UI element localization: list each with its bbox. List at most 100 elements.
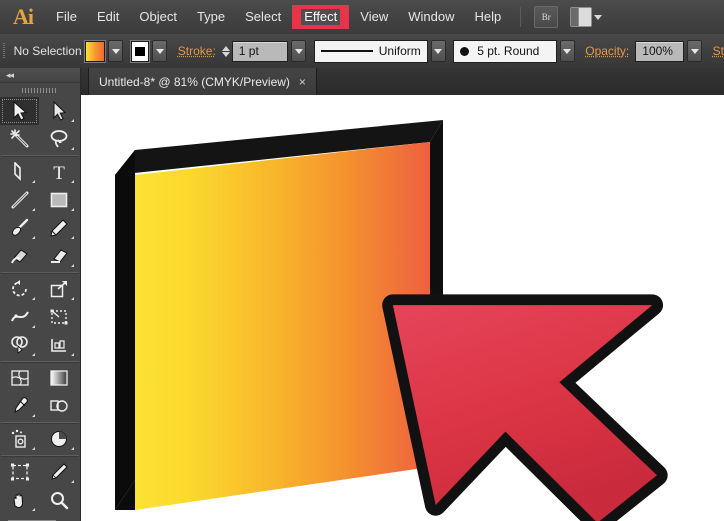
pencil-tool[interactable] — [39, 214, 78, 242]
shape-builder-tool[interactable] — [0, 331, 39, 359]
gradient-tool[interactable] — [39, 364, 78, 392]
zoom-tool[interactable] — [39, 486, 78, 514]
tools-panel: ◂◂ T — [0, 68, 81, 521]
tool-group-drawing: T — [0, 158, 80, 270]
stroke-profile-label: Uniform — [378, 44, 421, 58]
uniform-profile-icon — [320, 50, 373, 52]
menu-select-label: Select — [245, 9, 282, 24]
arrange-documents-button[interactable] — [570, 7, 603, 27]
flyout-indicator-icon — [71, 480, 74, 483]
width-tool[interactable] — [0, 303, 39, 331]
free-transform-tool[interactable] — [39, 303, 78, 331]
chevron-down-icon — [434, 48, 443, 54]
document-tab[interactable]: Untitled-8* @ 81% (CMYK/Preview) × — [88, 68, 317, 95]
scale-tool[interactable] — [39, 275, 78, 303]
tool-group-selection — [0, 97, 80, 153]
close-icon[interactable]: × — [299, 76, 306, 88]
menu-type-label: Type — [196, 9, 226, 24]
menu-effect-label: Effect — [301, 9, 341, 25]
lasso-tool[interactable] — [39, 125, 78, 153]
hand-tool[interactable] — [0, 486, 39, 514]
menu-window[interactable]: Window — [399, 6, 463, 28]
opacity-dropdown-button[interactable] — [687, 40, 703, 62]
menu-divider — [520, 7, 522, 27]
menu-view-label: View — [360, 9, 389, 24]
selection-tool[interactable] — [0, 97, 39, 125]
brush-definition-dropdown-button[interactable] — [559, 40, 575, 62]
stroke-weight-input[interactable]: 1 pt — [231, 40, 289, 62]
stroke-weight-dropdown-button[interactable] — [291, 40, 307, 62]
perspective-grid-tool[interactable] — [39, 331, 78, 359]
tools-panel-grip[interactable] — [0, 83, 80, 97]
flyout-indicator-icon — [71, 208, 74, 211]
round-brush-icon — [460, 46, 470, 56]
flyout-indicator-icon — [71, 297, 74, 300]
artwork-3d-square-with-cursor — [115, 120, 668, 521]
bridge-icon[interactable]: Br — [534, 6, 559, 28]
style-label: St — [712, 44, 724, 58]
stroke-dropdown-button[interactable] — [152, 40, 168, 62]
tool-group-navigation — [0, 458, 80, 514]
eyedropper-tool[interactable] — [0, 392, 39, 420]
tool-divider — [1, 422, 79, 423]
flyout-indicator-icon — [71, 447, 74, 450]
menu-help[interactable]: Help — [465, 6, 510, 28]
stroke-weight-label: Stroke: — [177, 44, 216, 58]
menu-file-label: File — [56, 9, 77, 24]
flyout-indicator-icon — [32, 508, 35, 511]
paintbrush-tool[interactable] — [0, 214, 39, 242]
slice-tool[interactable] — [39, 458, 78, 486]
menu-view[interactable]: View — [351, 6, 397, 28]
rotate-tool[interactable] — [0, 275, 39, 303]
flyout-indicator-icon — [32, 325, 35, 328]
line-segment-tool[interactable] — [0, 186, 39, 214]
chevron-down-icon — [594, 14, 603, 20]
opacity-input[interactable]: 100% — [635, 40, 685, 62]
fill-dropdown-button[interactable] — [108, 40, 123, 62]
flyout-indicator-icon — [71, 119, 74, 122]
tools-panel-collapse-button[interactable]: ◂◂ — [0, 68, 80, 83]
fill-color-swatch[interactable] — [84, 40, 106, 62]
chevron-down-icon — [294, 48, 303, 54]
artboard-tool[interactable] — [0, 458, 39, 486]
stroke-color-swatch[interactable] — [130, 40, 150, 62]
stroke-profile-select[interactable]: Uniform — [313, 39, 428, 63]
flyout-indicator-icon — [32, 297, 35, 300]
direct-selection-tool[interactable] — [39, 97, 78, 125]
menu-select[interactable]: Select — [236, 6, 290, 28]
menu-type[interactable]: Type — [188, 6, 234, 28]
menu-help-label: Help — [474, 9, 502, 24]
stroke-profile-dropdown-button[interactable] — [430, 40, 446, 62]
stroke-weight-stepper[interactable] — [221, 45, 230, 57]
mesh-tool[interactable] — [0, 364, 39, 392]
flyout-indicator-icon — [71, 353, 74, 356]
fill-stroke-swatches: ⇄ — [0, 517, 80, 521]
blend-tool[interactable] — [39, 392, 78, 420]
artboard-canvas[interactable] — [80, 95, 724, 521]
extrusion-left-face — [115, 150, 135, 510]
opacity-label: Opacity: — [585, 44, 630, 58]
blob-brush-tool[interactable] — [0, 242, 39, 270]
document-tab-bar: Untitled-8* @ 81% (CMYK/Preview) × — [0, 68, 724, 96]
illustrator-window: Ai File Edit Object Type Select Effect V… — [0, 0, 724, 521]
eraser-tool[interactable] — [39, 242, 78, 270]
control-bar-grip[interactable] — [0, 34, 8, 68]
menu-object[interactable]: Object — [130, 6, 186, 28]
magic-wand-tool[interactable] — [0, 125, 39, 153]
rectangle-tool[interactable] — [39, 186, 78, 214]
tool-divider — [1, 155, 79, 156]
column-graph-tool[interactable] — [39, 425, 78, 453]
flyout-indicator-icon — [32, 180, 35, 183]
control-bar: No Selection Stroke: 1 pt Uniform 5 pt. … — [0, 34, 724, 69]
tool-divider — [1, 455, 79, 456]
app-logo-icon: Ai — [13, 4, 34, 29]
symbol-sprayer-tool[interactable] — [0, 425, 39, 453]
menu-file[interactable]: File — [47, 6, 86, 28]
menu-effect[interactable]: Effect — [292, 5, 350, 29]
brush-definition-select[interactable]: 5 pt. Round — [453, 39, 557, 63]
flyout-indicator-icon — [32, 236, 35, 239]
menu-edit[interactable]: Edit — [88, 6, 128, 28]
type-tool[interactable]: T — [39, 158, 78, 186]
flyout-indicator-icon — [32, 208, 35, 211]
pen-tool[interactable] — [0, 158, 39, 186]
